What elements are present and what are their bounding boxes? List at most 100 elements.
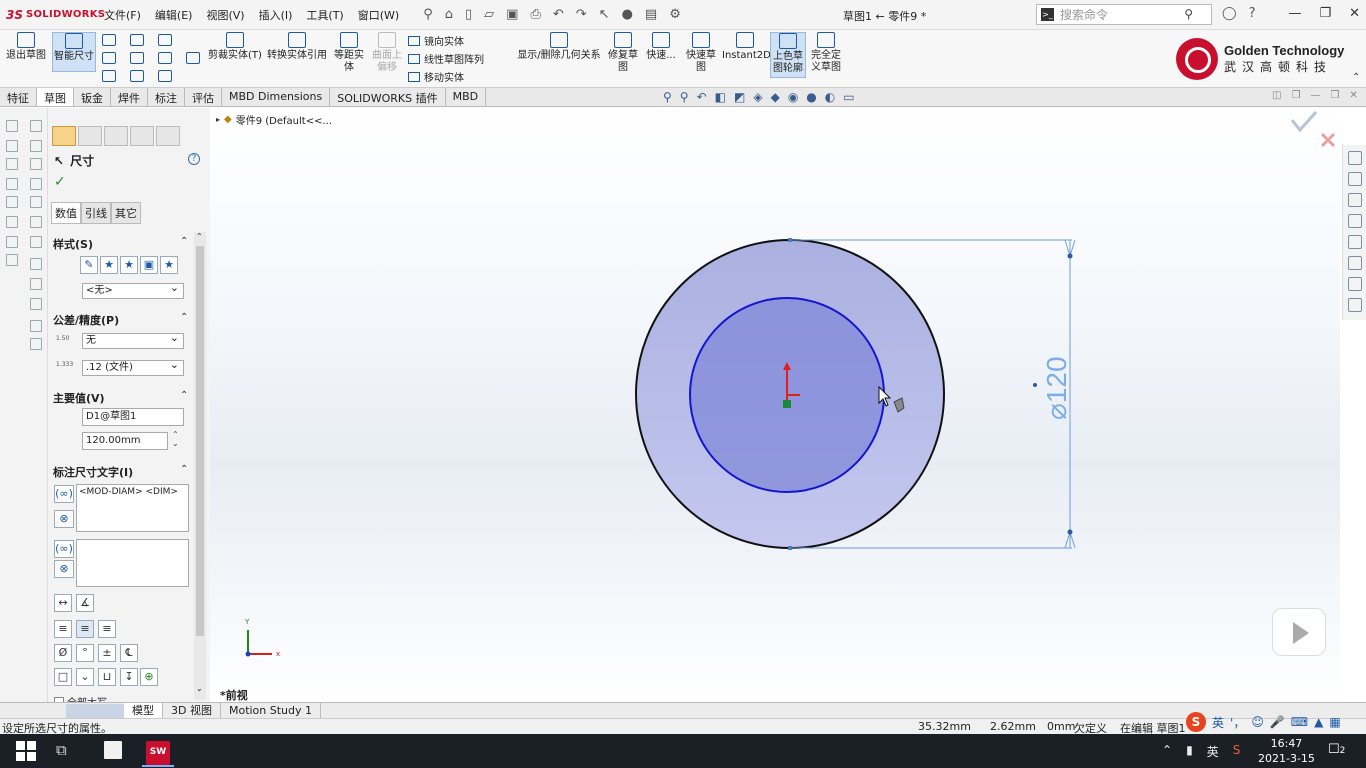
dimension-text-handle[interactable] — [1033, 383, 1037, 387]
strip-library-icon[interactable] — [30, 338, 42, 350]
solidworks-logo[interactable]: 3S SOLIDWORKS — [0, 8, 105, 22]
countersink-symbol-icon[interactable]: ⌄ — [76, 668, 94, 686]
dimension-text-above[interactable]: <MOD-DIAM> <DIM> — [76, 484, 189, 532]
delete-style-icon[interactable]: ★ — [120, 256, 138, 274]
confirm-corner-check-icon[interactable] — [1290, 111, 1318, 133]
tab-navigation-arrows[interactable] — [66, 704, 124, 718]
redo-icon[interactable]: ↷ — [576, 7, 587, 22]
ok-button[interactable]: ✓ — [54, 174, 66, 190]
view-orientation-icon[interactable]: ◈ — [753, 90, 762, 104]
strip-balloon-icon[interactable] — [6, 178, 18, 190]
spline-tool-icon[interactable] — [158, 34, 172, 46]
confirm-corner-cancel-icon[interactable] — [1320, 132, 1336, 148]
strip-surface-icon[interactable] — [6, 216, 18, 228]
ime-language[interactable]: 英 — [1212, 714, 1224, 731]
strip-datum-icon[interactable] — [6, 196, 18, 208]
point-tool-icon[interactable] — [158, 70, 172, 82]
section-view-icon[interactable]: ◧ — [715, 90, 726, 104]
feature-tree-tab[interactable] — [78, 126, 102, 146]
tab-markup[interactable]: 标注 — [148, 88, 185, 106]
tab-weldments[interactable]: 焊件 — [111, 88, 148, 106]
strip-copy-icon[interactable] — [30, 140, 42, 152]
tray-language[interactable]: 英 — [1207, 743, 1219, 760]
shaded-contours-button[interactable]: 上色草 图轮廓 — [770, 32, 806, 78]
circle-tool-icon[interactable] — [130, 34, 144, 46]
primary-value-header[interactable]: 主要值(V) — [53, 390, 105, 406]
zoom-to-fit-icon[interactable]: ⚲ — [663, 90, 672, 104]
leader-break-icon[interactable]: ↔ — [54, 594, 72, 612]
justify-left-icon[interactable]: ≡ — [54, 620, 72, 638]
tab-features[interactable]: 特征 — [0, 88, 37, 106]
tab-evaluate[interactable]: 评估 — [185, 88, 222, 106]
help-button[interactable]: ? — [188, 153, 200, 165]
menu-window[interactable]: 窗口(W) — [358, 7, 399, 23]
windows-start-icon[interactable] — [16, 741, 36, 761]
user-icon[interactable]: ◯ — [1222, 6, 1237, 21]
ime-punctuation[interactable]: '， — [1230, 714, 1245, 731]
strip-block-icon[interactable] — [30, 178, 42, 190]
dimxpert-tab[interactable] — [130, 126, 154, 146]
video-play-button[interactable] — [1272, 608, 1326, 656]
dimension-handle-bottom[interactable] — [1067, 529, 1073, 535]
hide-show-icon[interactable]: ◉ — [788, 90, 798, 104]
convert-entities-button[interactable]: 转换实体引用 — [266, 32, 328, 62]
pm-scroll-thumb[interactable] — [196, 246, 204, 636]
property-manager-tab[interactable] — [52, 126, 76, 146]
tab-value[interactable]: 数值 — [51, 202, 81, 224]
text-tool-icon[interactable] — [186, 52, 200, 64]
appearances-icon[interactable] — [1348, 235, 1362, 249]
tab-model[interactable]: 模型 — [124, 703, 163, 718]
taskbar-clock[interactable]: 16:47 2021-3-15 — [1258, 736, 1315, 766]
quick-snaps-button[interactable]: 快速... — [644, 32, 678, 62]
display-relations-button[interactable]: 显示/删除几何关系 — [516, 32, 602, 62]
slot-tool-icon[interactable] — [102, 70, 116, 82]
offset-entities-button[interactable]: 等距实 体 — [332, 32, 366, 74]
file-explorer-taskbar-icon[interactable] — [104, 741, 122, 759]
menu-view[interactable]: 视图(V) — [206, 7, 244, 23]
dimension-value-field[interactable]: 120.00mm — [82, 432, 168, 450]
dimension-handle-top[interactable] — [1067, 253, 1073, 259]
ime-voice-icon[interactable]: 🎤 — [1270, 715, 1285, 729]
undo-icon[interactable]: ↶ — [553, 7, 564, 22]
dimension-name-field[interactable]: D1@草图1 — [82, 408, 184, 426]
dimension-text-collapse-icon[interactable]: ⌃ — [180, 464, 188, 475]
tray-app-icon[interactable]: ▮ — [1186, 743, 1193, 760]
dimension-text-below[interactable] — [76, 539, 189, 587]
style-collapse-icon[interactable]: ⌃ — [180, 236, 188, 247]
previous-view-icon[interactable]: ↶ — [697, 90, 707, 104]
strip-view-icon[interactable] — [30, 236, 42, 248]
solidworks-taskbar-icon[interactable]: SW — [146, 741, 170, 765]
minimize-icon[interactable]: — — [1288, 6, 1301, 21]
strip-paste-icon[interactable] — [30, 158, 42, 170]
mirror-entities-button[interactable]: 镜向实体 — [408, 33, 464, 48]
tab-other[interactable]: 其它 — [111, 202, 141, 224]
origin-point[interactable] — [783, 400, 791, 408]
strip-edit-icon[interactable] — [30, 258, 42, 270]
fillet-tool-icon[interactable] — [158, 52, 172, 64]
doc-close-icon[interactable]: ✕ — [1349, 90, 1357, 101]
strip-weld-icon[interactable] — [6, 236, 18, 248]
help-icon[interactable]: ? — [1249, 6, 1256, 21]
tab-leaders[interactable]: 引线 — [81, 202, 111, 224]
arc-tool-icon[interactable] — [130, 52, 144, 64]
design-library-icon[interactable] — [1348, 172, 1362, 186]
add-style-icon[interactable]: ★ — [100, 256, 118, 274]
diameter-dimension-text[interactable]: ⌀120 — [1041, 356, 1072, 420]
doc-restore-icon[interactable]: ❐ — [1330, 90, 1339, 101]
doc-cascade-icon[interactable]: ❐ — [1291, 90, 1300, 101]
doc-minimize-icon[interactable]: — — [1310, 90, 1320, 101]
notification-center-icon[interactable]: ☐2 — [1328, 742, 1345, 757]
dimension-text-below-center-icon[interactable]: ⊗ — [54, 560, 74, 578]
style-section-header[interactable]: 样式(S) — [53, 236, 93, 252]
edit-appearance-icon[interactable]: ● — [806, 90, 816, 104]
display-manager-tab[interactable] — [156, 126, 180, 146]
plus-minus-symbol-button[interactable]: ± — [98, 644, 116, 662]
rectangle-tool-icon[interactable] — [102, 52, 116, 64]
strip-sketch-icon[interactable] — [30, 278, 42, 290]
square-symbol-icon[interactable]: □ — [54, 668, 72, 686]
quadrant-point-top[interactable] — [788, 238, 792, 242]
zoom-area-icon[interactable]: ⚲ — [680, 90, 689, 104]
traffic-light-icon[interactable]: ● — [622, 7, 633, 22]
tab-3d-views[interactable]: 3D 视图 — [163, 703, 221, 718]
configuration-tab[interactable] — [104, 126, 128, 146]
